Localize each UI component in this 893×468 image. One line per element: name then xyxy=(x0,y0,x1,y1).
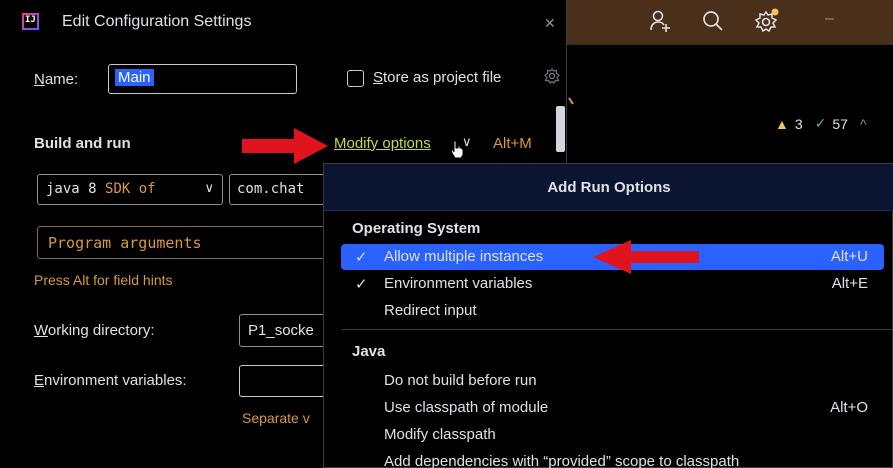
jdk-sdk: SDK of xyxy=(105,181,156,197)
option-do-not-build[interactable]: Do not build before run xyxy=(341,368,884,394)
close-icon[interactable]: ✕ xyxy=(544,15,556,32)
jdk-select[interactable]: java 8 SDK of ∨ xyxy=(37,174,223,205)
warning-count: 3 xyxy=(794,115,803,132)
settings-icon[interactable] xyxy=(543,67,561,90)
name-label: Name: xyxy=(34,71,79,88)
name-input[interactable]: Main xyxy=(108,64,297,94)
group-operating-system: Operating System xyxy=(352,220,481,237)
warning-icon: ▲ xyxy=(775,115,789,132)
option-label: Do not build before run xyxy=(384,372,537,389)
option-label: Add dependencies with “provided” scope t… xyxy=(384,453,740,468)
ide-divider xyxy=(565,44,893,45)
option-label: Modify classpath xyxy=(384,426,496,443)
separate-hint: Separate v xyxy=(242,410,310,426)
option-label: Redirect input xyxy=(384,302,477,319)
add-run-options-popup: Add Run Options Operating System ✓ Allow… xyxy=(323,163,893,468)
popup-title: Add Run Options xyxy=(324,164,893,211)
check-icon: ✓ xyxy=(355,249,368,266)
group-java: Java xyxy=(352,343,386,360)
chevron-down-icon[interactable]: ∨ xyxy=(462,134,472,150)
inspection-stats[interactable]: ▲ 3 ✓ 57 ^ xyxy=(775,115,867,132)
scrollbar-thumb[interactable] xyxy=(556,106,565,152)
option-label: Use classpath of module xyxy=(384,399,549,416)
option-label: Allow multiple instances xyxy=(384,248,544,265)
jdk-prefix: java 8 xyxy=(46,181,106,197)
ok-count: 57 xyxy=(832,115,848,132)
working-directory-label: Working directory: xyxy=(34,322,155,339)
build-and-run-heading: Build and run xyxy=(34,135,131,152)
settings-icon[interactable] xyxy=(752,6,782,36)
red-arrow-annotation xyxy=(593,240,699,274)
chevron-up-icon: ^ xyxy=(859,115,867,132)
popup-separator xyxy=(341,329,893,330)
modify-options-shortcut: Alt+M xyxy=(493,135,532,152)
dialog-titlebar: IJ Edit Configuration Settings ✕ xyxy=(0,0,567,44)
dialog-title: Edit Configuration Settings xyxy=(62,13,252,30)
check-double-icon: ✓ xyxy=(814,115,827,131)
minimize-icon[interactable]: – xyxy=(825,10,839,30)
option-shortcut: Alt+O xyxy=(830,399,868,416)
add-user-icon[interactable] xyxy=(645,6,675,36)
modify-options-link[interactable]: Modify options xyxy=(334,135,431,152)
option-add-provided-dependencies[interactable]: Add dependencies with “provided” scope t… xyxy=(341,449,884,468)
search-icon[interactable] xyxy=(698,6,728,36)
option-modify-classpath[interactable]: Modify classpath xyxy=(341,422,884,448)
field-hint: Press Alt for field hints xyxy=(34,272,173,288)
option-redirect-input[interactable]: Redirect input xyxy=(341,298,884,324)
store-as-project-file-checkbox[interactable] xyxy=(347,70,364,87)
store-as-project-file-label[interactable]: Store as project file xyxy=(373,69,501,86)
program-arguments-input[interactable]: Program arguments xyxy=(37,226,337,259)
environment-variables-label: Environment variables: xyxy=(34,372,187,389)
name-value: Main xyxy=(115,69,154,86)
chevron-down-icon: ∨ xyxy=(204,180,214,195)
orange-mark-icon xyxy=(568,97,574,105)
app-logo-icon: IJ xyxy=(22,13,39,30)
red-arrow-annotation xyxy=(242,128,328,164)
option-shortcut: Alt+E xyxy=(831,275,868,292)
option-label: Environment variables xyxy=(384,275,533,292)
check-icon: ✓ xyxy=(355,276,368,293)
option-shortcut: Alt+U xyxy=(830,248,868,265)
option-use-classpath-of-module[interactable]: Use classpath of module Alt+O xyxy=(341,395,884,421)
ide-toolbar: – xyxy=(565,0,893,44)
